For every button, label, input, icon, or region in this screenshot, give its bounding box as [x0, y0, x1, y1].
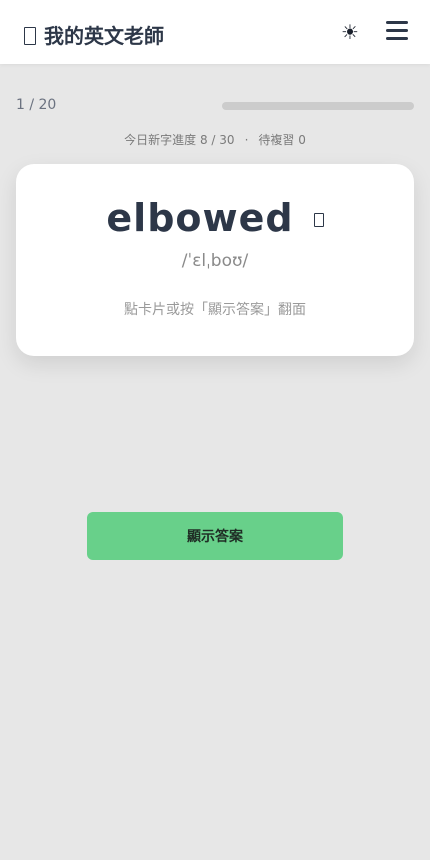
speaker-icon[interactable] [313, 213, 324, 227]
show-answer-button[interactable]: 顯示答案 [87, 512, 343, 560]
card-counter: 1 / 20 [16, 97, 57, 113]
stats-separator: · [244, 133, 249, 147]
review-count: 待複習 0 [258, 133, 306, 147]
book-icon [24, 26, 36, 45]
daily-stats: 今日新字進度 8 / 30 · 待複習 0 [0, 131, 430, 148]
session-progress-bar [222, 102, 414, 110]
hamburger-menu-icon[interactable] [386, 21, 410, 43]
new-words-progress: 今日新字進度 8 / 30 [124, 133, 235, 147]
phonetic-transcription: /ˈɛlˌboʊ/ [181, 251, 249, 271]
app-title: 我的英文老師 [44, 24, 164, 48]
menu-line [386, 21, 408, 24]
menu-line [386, 37, 408, 40]
app-header: 我的英文老師 ☀ [0, 0, 430, 64]
flashcard[interactable]: elbowed /ˈɛlˌboʊ/ 點卡片或按「顯示答案」翻面 [16, 164, 414, 356]
vocab-word: elbowed [106, 196, 294, 240]
theme-toggle-button[interactable]: ☀ [338, 18, 362, 46]
brand: 我的英文老師 [24, 20, 164, 49]
flip-hint: 點卡片或按「顯示答案」翻面 [124, 302, 306, 318]
sun-icon: ☀ [341, 20, 359, 44]
word-row: elbowed [16, 194, 414, 242]
menu-line [386, 29, 408, 32]
